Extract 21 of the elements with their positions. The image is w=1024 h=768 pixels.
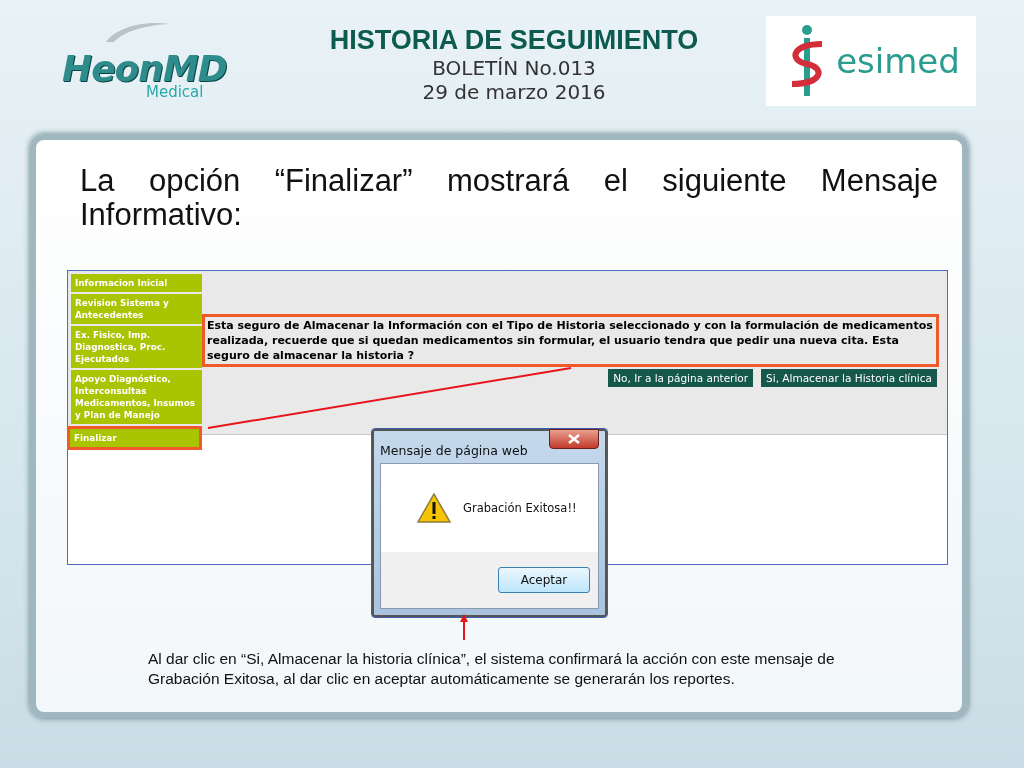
dialog-title: Mensaje de página web: [380, 442, 528, 458]
close-icon: [568, 434, 580, 444]
close-button[interactable]: [549, 429, 599, 449]
menu-item[interactable]: Finalizar: [67, 426, 202, 450]
slide-title: HISTORIA DE SEGUIMIENTO: [329, 24, 699, 56]
menu-item[interactable]: Revision Sistema y Antecedentes: [71, 294, 202, 324]
caption-text: Al dar clic en “Si, Almacenar la historia clínica”, el sistema confirmará la acción con este mensaje de Grabación Exitosa, al dar clic en aceptar automáticamente se generarán los reportes.: [148, 649, 836, 689]
accept-button[interactable]: Aceptar: [498, 567, 590, 593]
action-button[interactable]: Si, Almacenar la Historia clínica: [761, 369, 937, 387]
warning-icon: [417, 493, 451, 523]
menu-item[interactable]: Informacion Inicial: [71, 274, 202, 292]
menu-item[interactable]: Apoyo Diagnóstico, Interconsultas Medicamentos, Insumos y Plan de Manejo: [71, 370, 202, 424]
action-button[interactable]: No, Ir a la página anterior: [608, 369, 754, 387]
confirmation-message: Esta seguro de Almacenar la Información con el Tipo de Historia seleccionado y con la formulación de medicamentos realizada, recuerde que si quedan medicamentos sin formular, el usuario tendra que pedir una nueva cita. Esta seguro de almacenar la historia ?: [202, 314, 939, 367]
bulletin-date: 29 de marzo 2016: [422, 79, 606, 104]
slide-heading: La opción “Finalizar” mostrará el siguiente Mensaje Informativo:: [80, 164, 938, 232]
logo-name: esimed: [836, 41, 960, 81]
menu-item[interactable]: Ex. Fisico, Imp. Diagnostica, Proc. Ejecutados: [71, 326, 202, 368]
bulletin-number: BOLETÍN No.013: [432, 55, 596, 80]
pointer-arrow: [460, 614, 468, 641]
dialog-message: Grabación Exitosa!!: [463, 501, 577, 515]
